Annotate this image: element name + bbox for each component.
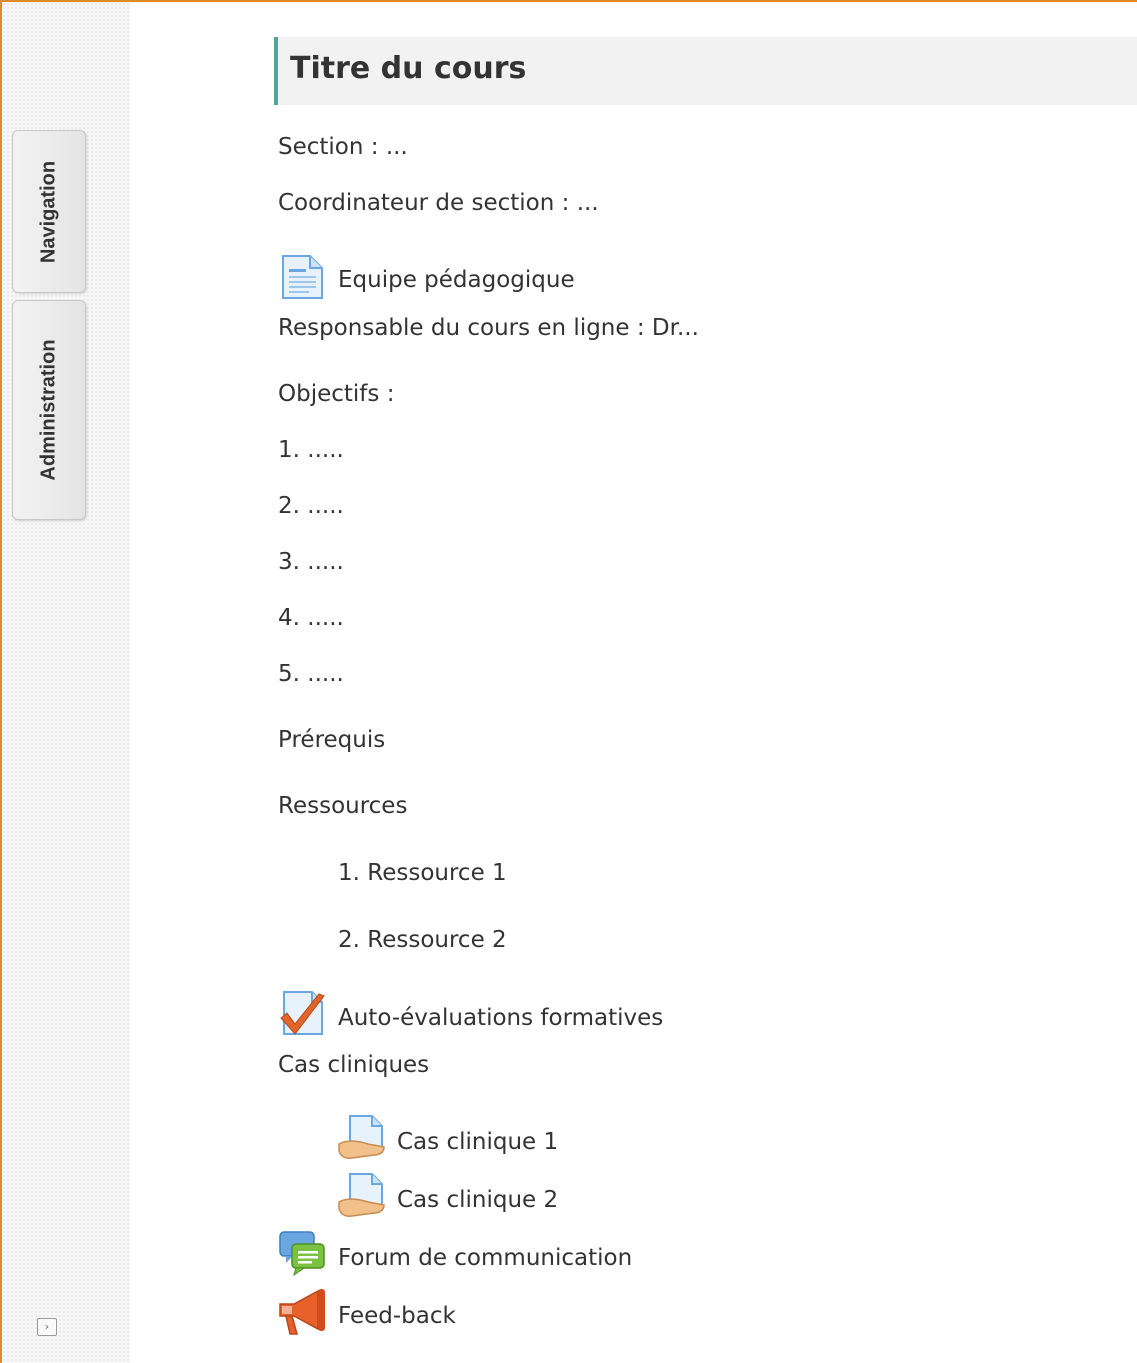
dock-tab-navigation-label: Navigation <box>37 160 60 263</box>
forum-link[interactable]: Forum de communication <box>338 1245 632 1271</box>
block-dock: Navigation Administration › <box>2 2 130 1363</box>
course-title-bar: Titre du cours <box>274 37 1137 105</box>
dock-tab-navigation[interactable]: Navigation <box>12 130 86 293</box>
course-title: Titre du cours <box>290 51 527 86</box>
resource-item: 1. Ressource 1 <box>338 860 507 886</box>
dock-tab-administration-label: Administration <box>37 339 60 481</box>
self-assessment-link[interactable]: Auto-évaluations formatives <box>338 1005 663 1031</box>
objective-item: 2. ..... <box>278 493 344 519</box>
dock-toggle-button[interactable]: › <box>37 1318 57 1336</box>
clinical-cases-heading: Cas cliniques <box>278 1052 430 1078</box>
objective-item: 5. ..... <box>278 661 344 687</box>
team-link[interactable]: Equipe pédagogique <box>338 267 575 293</box>
section-text: Section : ... <box>278 134 408 160</box>
assignment-icon <box>338 1173 385 1217</box>
clinical-case-link[interactable]: Cas clinique 1 <box>397 1129 558 1155</box>
forum-icon <box>279 1231 325 1276</box>
page-icon <box>282 255 323 299</box>
prerequisites-heading: Prérequis <box>278 727 386 753</box>
objective-item: 3. ..... <box>278 549 344 575</box>
objective-item: 4. ..... <box>278 605 344 631</box>
quiz-icon <box>280 991 325 1035</box>
resource-item: 2. Ressource 2 <box>338 927 507 953</box>
dock-tab-administration[interactable]: Administration <box>12 300 86 520</box>
feedback-link[interactable]: Feed-back <box>338 1303 456 1329</box>
online-lead-text: Responsable du cours en ligne : Dr... <box>278 315 699 341</box>
dock-toggle-icon: › <box>44 1320 50 1333</box>
feedback-icon <box>279 1289 325 1335</box>
objective-item: 1. ..... <box>278 437 344 463</box>
clinical-case-link[interactable]: Cas clinique 2 <box>397 1187 558 1213</box>
objectives-heading: Objectifs : <box>278 381 395 407</box>
resources-heading: Ressources <box>278 793 408 819</box>
coordinator-text: Coordinateur de section : ... <box>278 190 599 216</box>
assignment-icon <box>338 1115 385 1159</box>
